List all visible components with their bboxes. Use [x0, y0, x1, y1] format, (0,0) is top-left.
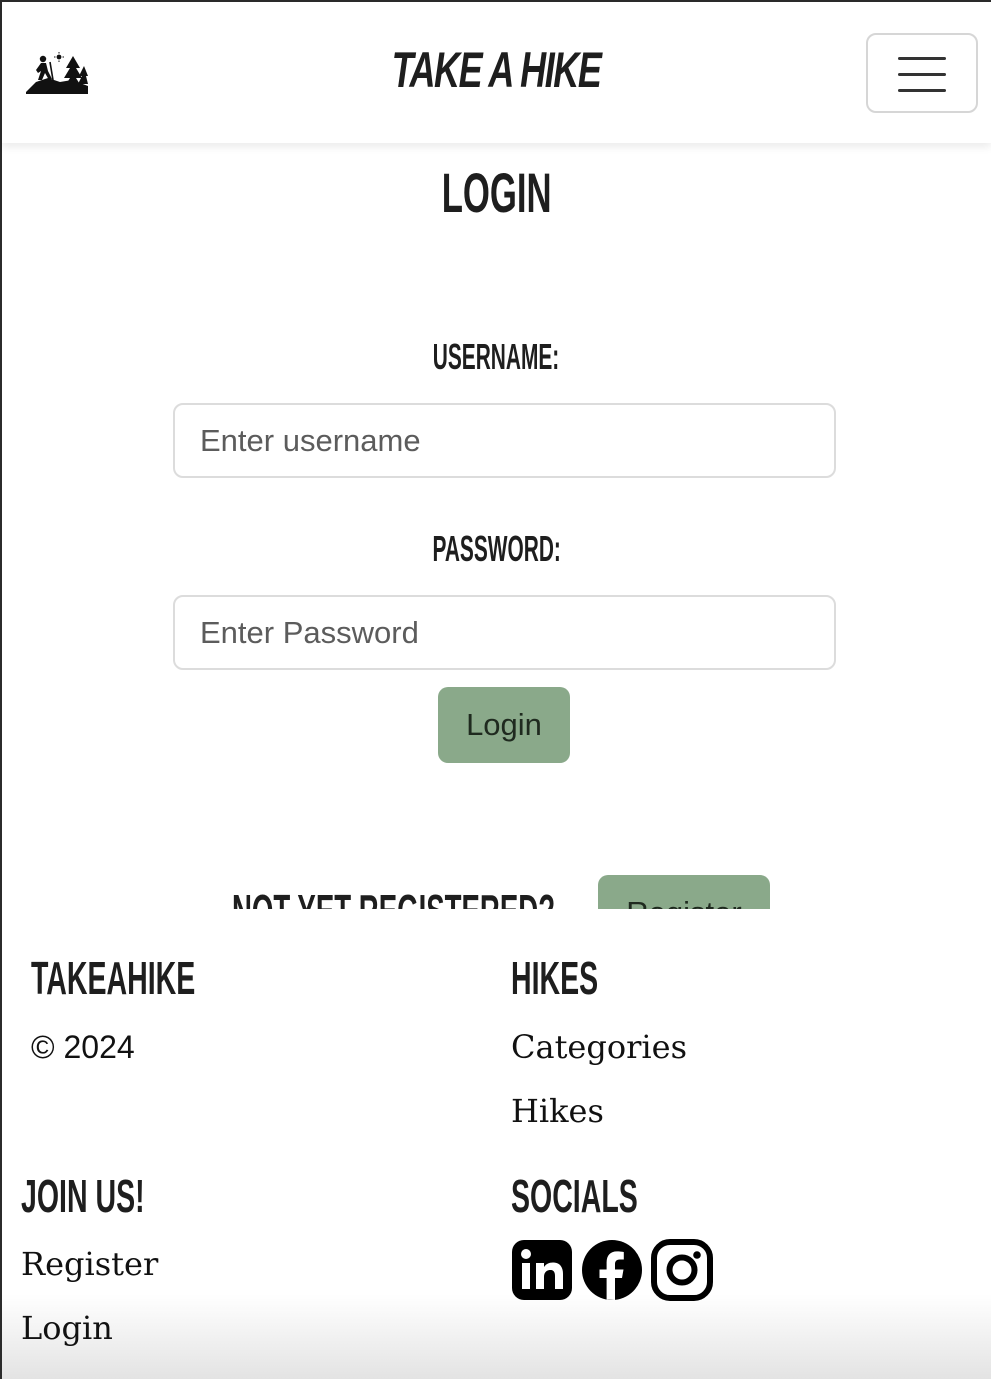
not-registered-text: NOT YET REGISTERED? [232, 886, 555, 909]
navbar: TAKE A HIKE [2, 2, 991, 143]
facebook-link[interactable] [581, 1239, 643, 1301]
footer-socials-heading: SOCIALS [511, 1170, 638, 1222]
username-label: USERNAME: [433, 336, 560, 377]
footer-link-hikes[interactable]: Hikes [511, 1092, 604, 1130]
register-button[interactable]: Register [598, 875, 770, 909]
instagram-icon [651, 1239, 713, 1301]
page-title: LOGIN [441, 161, 552, 224]
footer-hikes-heading: HIKES [511, 952, 599, 1004]
register-prompt-row: NOT YET REGISTERED? Register [232, 875, 792, 909]
footer-copyright: © 2024 [31, 1029, 135, 1065]
username-label-container: USERNAME: [2, 337, 991, 377]
footer-link-login[interactable]: Login [21, 1309, 113, 1347]
facebook-icon [582, 1240, 642, 1300]
password-label-container: PASSWORD: [2, 529, 991, 569]
login-main: LOGIN USERNAME: PASSWORD: Login NOT YET … [2, 143, 991, 909]
page-title-container: LOGIN [2, 161, 991, 225]
footer-link-register[interactable]: Register [21, 1245, 158, 1283]
password-label: PASSWORD: [432, 528, 561, 569]
hamburger-line [898, 73, 946, 76]
hamburger-line [898, 89, 946, 92]
login-button[interactable]: Login [438, 687, 570, 763]
linkedin-icon [512, 1240, 572, 1300]
navbar-toggler-button[interactable] [866, 33, 978, 113]
username-input[interactable] [173, 403, 836, 478]
brand-title-container: TAKE A HIKE [2, 40, 991, 100]
footer-join-heading: JOIN US! [21, 1170, 145, 1222]
linkedin-link[interactable] [511, 1239, 573, 1301]
instagram-link[interactable] [651, 1239, 713, 1301]
footer-link-categories[interactable]: Categories [511, 1028, 687, 1066]
footer: TAKEAHIKE © 2024 HIKES Categories Hikes … [2, 909, 991, 1379]
footer-brand-heading: TAKEAHIKE [31, 952, 196, 1004]
hamburger-menu-icon [898, 57, 946, 60]
password-input[interactable] [173, 595, 836, 670]
brand-title[interactable]: TAKE A HIKE [392, 40, 602, 100]
